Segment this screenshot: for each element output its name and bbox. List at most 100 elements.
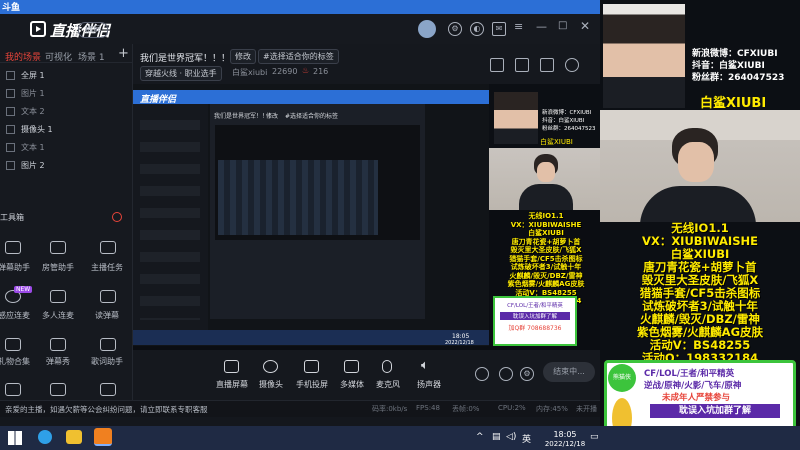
- taskbar-date: 2022/12/18: [544, 440, 586, 448]
- screen-capture-icon[interactable]: [224, 360, 239, 373]
- stat-status: 未开播: [576, 405, 597, 413]
- divider: [0, 62, 132, 63]
- ad-join-button[interactable]: 耽误入坑加群了解: [650, 404, 780, 418]
- source-row[interactable]: 摄像头 1: [6, 124, 53, 135]
- nested-name-tag: 白鲨XIUBI: [540, 138, 573, 146]
- task-icon[interactable]: [100, 241, 116, 254]
- source-row[interactable]: 图片 1: [6, 88, 45, 99]
- ad-line-3: 未成年人严禁参与: [662, 393, 731, 403]
- camera-icon[interactable]: [263, 360, 278, 373]
- brand-logo-icon: [30, 21, 46, 37]
- nested-edit: 修改: [266, 113, 279, 120]
- nested-webcam: [489, 148, 600, 210]
- browser-icon[interactable]: [38, 430, 52, 444]
- bottom-tool-label: 扬声器: [417, 380, 441, 389]
- lyrics-icon[interactable]: [100, 338, 116, 351]
- maximize-icon[interactable]: □: [558, 20, 567, 31]
- os-taskbar: [0, 426, 800, 450]
- nested-taskbar: [133, 330, 489, 345]
- settings-icon[interactable]: [565, 58, 579, 72]
- close-icon[interactable]: ✕: [580, 19, 590, 33]
- settings-icon[interactable]: ⚙: [448, 22, 462, 36]
- danmaku-helper-icon[interactable]: [5, 241, 21, 254]
- user-avatar[interactable]: [418, 20, 436, 38]
- image-icon: [6, 161, 15, 170]
- source-row[interactable]: 全屏 1: [6, 70, 45, 81]
- nested-tool-list: [140, 120, 200, 320]
- gamepad-icon[interactable]: [499, 367, 513, 381]
- tools-title: 工具箱: [0, 213, 24, 222]
- skin-icon[interactable]: ◐: [470, 22, 484, 36]
- notification-icon[interactable]: ▭: [590, 432, 599, 442]
- tool-label: 感应连麦: [0, 311, 30, 320]
- multi-link-icon[interactable]: [50, 290, 66, 303]
- windows-start-icon[interactable]: [8, 431, 22, 445]
- phone-cast-icon[interactable]: [304, 360, 319, 373]
- tool-label: 主播任务: [91, 263, 123, 272]
- minimize-icon[interactable]: —: [536, 20, 547, 33]
- tool-label: 歌词助手: [91, 357, 123, 366]
- danmaku-show-icon[interactable]: [50, 338, 66, 351]
- share-icon[interactable]: [515, 58, 529, 72]
- gift-box-icon[interactable]: [5, 383, 21, 396]
- stat-dropped: 丢帧:0%: [452, 405, 480, 413]
- profile-photo: [603, 4, 685, 108]
- lock-icon: [6, 71, 15, 80]
- bottom-tool-label: 摄像头: [259, 380, 283, 389]
- tool-label: 读弹幕: [95, 311, 119, 320]
- microphone-icon[interactable]: [382, 360, 392, 373]
- bottom-tool-label: 直播屏幕: [216, 380, 248, 389]
- ime-language[interactable]: 英: [522, 432, 531, 445]
- taskbar-time: 18:05: [553, 430, 577, 439]
- shop-icon[interactable]: [490, 58, 504, 72]
- stream-title: 我们是世界冠军！！！: [140, 54, 231, 64]
- ad-line-2: 逆战/原神/火影/飞车/原神: [644, 381, 742, 391]
- source-row[interactable]: 图片 2: [6, 160, 45, 171]
- hot-count: 216: [313, 67, 329, 76]
- source-label: 摄像头 1: [21, 125, 53, 134]
- volume-icon[interactable]: ◁): [506, 432, 516, 442]
- start-stream-button[interactable]: 结束中...: [543, 362, 595, 382]
- tool-label: 房管助手: [42, 263, 74, 272]
- speaker-icon[interactable]: 🔈︎: [421, 358, 429, 373]
- read-danmaku-icon[interactable]: [100, 290, 116, 303]
- text-icon: [6, 143, 15, 152]
- room-manager-icon[interactable]: [50, 241, 66, 254]
- menu-icon[interactable]: ≡: [514, 20, 523, 33]
- nested-tag: #选择适合你的标签: [285, 113, 339, 120]
- hot-icon: ♨: [302, 66, 310, 75]
- tool-icon[interactable]: [100, 383, 116, 396]
- media-icon[interactable]: [344, 360, 359, 373]
- gift-icon[interactable]: [5, 338, 21, 351]
- record-icon[interactable]: [475, 367, 489, 381]
- tools-settings-icon[interactable]: [112, 212, 122, 222]
- orientation-toggle[interactable]: 横屏: [78, 22, 108, 38]
- image-icon: [6, 89, 15, 98]
- category-chip[interactable]: 穿越火线 · 职业选手: [140, 66, 222, 81]
- status-notice: 亲爱的主播，如遇欠薪等公会纠纷问题，请立即联系专职客服: [5, 405, 208, 414]
- nested-topbar: [133, 90, 489, 104]
- mail-icon[interactable]: ✉: [492, 22, 506, 36]
- tool-label: 多人连麦: [42, 311, 74, 320]
- add-scene-icon[interactable]: +: [118, 46, 129, 61]
- stat-memory: 内存:45%: [536, 405, 568, 413]
- edit-title-button[interactable]: 修改: [230, 49, 256, 64]
- tag-selector[interactable]: #选择适合你的标签: [258, 49, 339, 64]
- bottom-tool-label: 多媒体: [340, 380, 364, 389]
- tool-label: 礼物合集: [0, 357, 30, 366]
- new-badge: NEW: [14, 286, 33, 293]
- stat-fps: FPS:48: [416, 404, 440, 412]
- tool-label: 弹幕秀: [46, 357, 70, 366]
- app-icon[interactable]: [66, 430, 82, 444]
- source-label: 文本 2: [21, 107, 45, 116]
- bottom-tool-label: 手机投屏: [296, 380, 328, 389]
- gear-icon[interactable]: ⚙: [520, 367, 534, 381]
- network-icon[interactable]: ▤: [492, 432, 501, 442]
- source-row[interactable]: 文本 2: [6, 106, 45, 117]
- tool-icon[interactable]: [50, 383, 66, 396]
- tray-expand-icon[interactable]: ^: [476, 432, 484, 442]
- live-companion-icon[interactable]: [94, 428, 112, 446]
- viewer-count: 22690: [272, 67, 298, 76]
- source-row[interactable]: 文本 1: [6, 142, 45, 153]
- notice-icon[interactable]: [540, 58, 554, 72]
